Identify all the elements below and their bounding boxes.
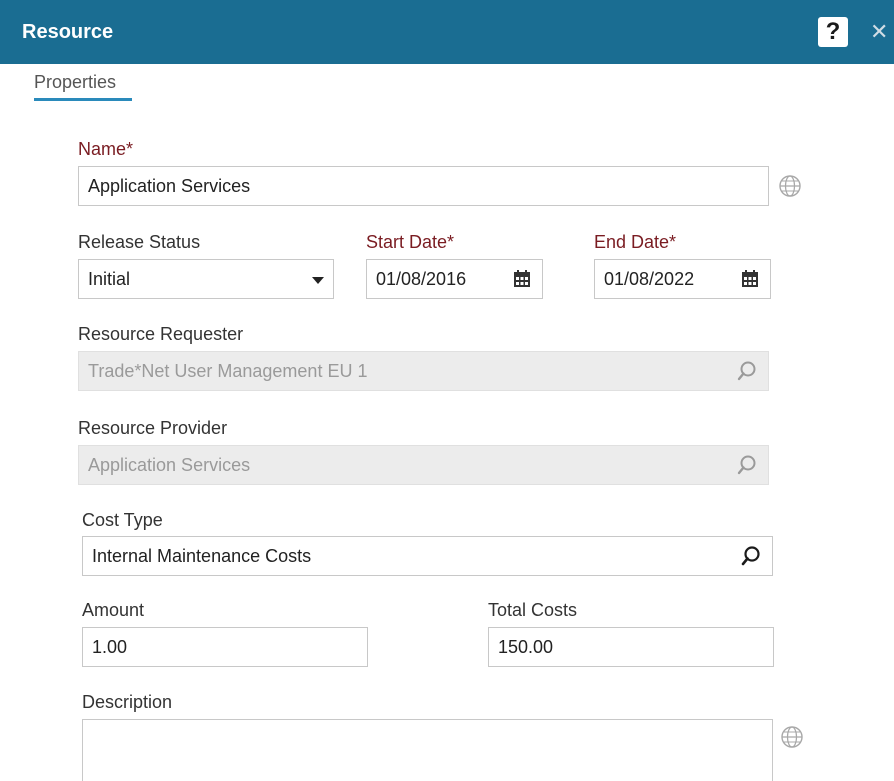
resource-provider-field: Application Services	[78, 445, 769, 485]
active-tab-indicator	[34, 98, 132, 101]
dialog-title: Resource	[22, 21, 114, 43]
total-costs-field[interactable]: 150.00	[488, 627, 774, 667]
cost-type-field[interactable]: Internal Maintenance Costs	[82, 536, 773, 576]
amount-label: Amount	[82, 600, 145, 620]
description-textarea[interactable]	[82, 719, 773, 781]
amount-field[interactable]: 1.00	[82, 627, 368, 667]
globe-icon[interactable]	[780, 725, 804, 749]
resource-provider-value: Application Services	[88, 455, 251, 475]
tab-properties[interactable]: Properties	[34, 72, 116, 93]
resource-requester-field: Trade*Net User Management EU 1	[78, 351, 769, 391]
end-date-value: 01/08/2022	[604, 269, 695, 289]
start-date-field[interactable]: 01/08/2016	[366, 259, 543, 299]
release-status-select[interactable]: Initial	[78, 259, 334, 299]
calendar-icon[interactable]	[511, 268, 533, 290]
chevron-down-icon	[312, 277, 324, 284]
resource-requester-label: Resource Requester	[78, 324, 244, 344]
release-status-value: Initial	[88, 269, 131, 289]
close-icon[interactable]: ✕	[870, 18, 894, 46]
end-date-label: End Date*	[594, 232, 677, 252]
cost-type-label: Cost Type	[82, 510, 163, 530]
total-costs-label: Total Costs	[488, 600, 578, 620]
calendar-icon[interactable]	[739, 268, 761, 290]
dialog-titlebar: Resource ? ✕	[0, 0, 894, 64]
help-icon[interactable]: ?	[818, 17, 848, 47]
end-date-field[interactable]: 01/08/2022	[594, 259, 771, 299]
release-status-label: Release Status	[78, 232, 201, 252]
search-icon[interactable]	[740, 545, 762, 567]
start-date-value: 01/08/2016	[376, 269, 467, 289]
description-label: Description	[82, 692, 173, 712]
cost-type-value: Internal Maintenance Costs	[92, 546, 312, 566]
resource-provider-label: Resource Provider	[78, 418, 228, 438]
name-label: Name*	[78, 139, 134, 159]
search-icon	[737, 361, 756, 381]
resource-requester-value: Trade*Net User Management EU 1	[88, 361, 368, 381]
name-field[interactable]: Application Services	[78, 166, 769, 206]
globe-icon[interactable]	[778, 174, 802, 198]
start-date-label: Start Date*	[366, 232, 455, 252]
search-icon	[737, 455, 756, 475]
